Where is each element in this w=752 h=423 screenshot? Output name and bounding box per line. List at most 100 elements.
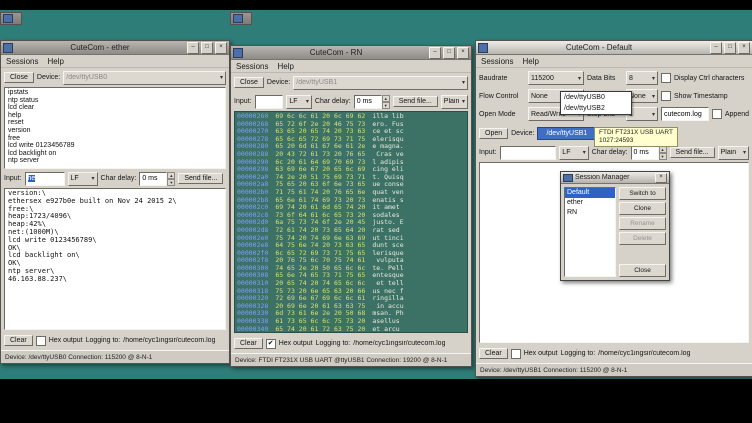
maximize-icon[interactable]: □ (443, 47, 455, 59)
spin-up-icon[interactable]: ▲ (382, 95, 390, 102)
history-line[interactable]: help (8, 112, 222, 120)
close-connection-button[interactable]: Close (4, 72, 34, 83)
send-file-button[interactable]: Send file... (393, 96, 438, 107)
clear-button[interactable]: Clear (234, 338, 263, 349)
output-line: lcd backlight on\ (8, 252, 222, 260)
minimize-icon[interactable]: – (187, 42, 199, 54)
clone-button[interactable]: Clone (619, 202, 666, 215)
history-line[interactable]: ipstats (8, 89, 222, 97)
close-connection-button[interactable]: Close (234, 77, 264, 88)
char-delay-stepper[interactable]: 0 ms ▲ ▼ (631, 146, 667, 160)
menu-help[interactable]: Help (522, 57, 538, 66)
history-line[interactable]: ntp server (8, 157, 222, 165)
device-tab-selected[interactable]: /dev/ttyUSB1 (537, 127, 596, 140)
device-option[interactable]: /dev/ttyUSB0 (561, 92, 631, 103)
history-line[interactable]: lcd write 0123456789 (8, 142, 222, 150)
tooltip-line-1: FTDI FT231X USB UART (599, 129, 673, 137)
char-delay-stepper[interactable]: 0 ms ▲ ▼ (354, 95, 390, 109)
maximize-icon[interactable]: □ (724, 42, 736, 54)
delete-button[interactable]: Delete (619, 232, 666, 245)
hex-output-checkbox[interactable] (36, 336, 46, 346)
data-bits-combobox[interactable]: 8 ▾ (626, 71, 658, 85)
command-history-list: ipstatsntp statuslcd clearhelpresetversi… (4, 87, 226, 169)
switch-to-button[interactable]: Switch to (619, 187, 666, 200)
close-dialog-button[interactable]: Close (619, 264, 666, 277)
history-line[interactable]: version (8, 127, 222, 135)
command-input[interactable] (500, 146, 557, 160)
show-timestamp-checkbox[interactable] (661, 91, 671, 101)
dialog-titlebar[interactable]: Session Manager × (561, 172, 669, 184)
command-input[interactable]: he (25, 172, 65, 186)
send-file-button[interactable]: Send file... (178, 173, 223, 184)
display-mode-combobox[interactable]: Plain ▾ (718, 146, 749, 160)
session-item[interactable]: Default (565, 188, 615, 198)
menu-sessions[interactable]: Sessions (6, 57, 38, 66)
clear-button[interactable]: Clear (4, 335, 33, 346)
titlebar[interactable]: CuteCom - RN – □ × (231, 46, 471, 60)
app-icon (3, 43, 13, 53)
input-row: Input: LF ▾ Char delay: 0 ms ▲ ▼ Send fi… (231, 92, 471, 111)
line-ending-combobox[interactable]: LF ▾ (559, 146, 588, 160)
device-combobox[interactable]: /dev/ttyUSB0 ▾ (63, 71, 226, 85)
menu-help[interactable]: Help (47, 57, 63, 66)
baudrate-label: Baudrate (479, 75, 525, 82)
session-item[interactable]: RN (565, 208, 615, 218)
char-delay-value: 0 ms (354, 95, 382, 109)
log-path[interactable]: /home/cyc1ingsir/cutecom.log (598, 350, 690, 357)
history-line[interactable]: ntp status (8, 97, 222, 105)
menu-sessions[interactable]: Sessions (481, 57, 513, 66)
char-delay-stepper[interactable]: 0 ms ▲ ▼ (139, 172, 175, 186)
spin-up-icon[interactable]: ▲ (167, 172, 175, 179)
connection-row: Close Device: /dev/ttyUSB0 ▾ (1, 68, 229, 87)
append-checkbox[interactable] (712, 109, 722, 119)
menu-help[interactable]: Help (277, 62, 293, 71)
hex-output-checkbox[interactable]: ✔ (266, 339, 276, 349)
session-item[interactable]: ether (565, 198, 615, 208)
history-line[interactable]: free (8, 135, 222, 143)
menu-sessions[interactable]: Sessions (236, 62, 268, 71)
titlebar[interactable]: CuteCom - Default – □ × (476, 41, 752, 55)
maximize-icon[interactable]: □ (201, 42, 213, 54)
rename-button[interactable]: Rename (619, 217, 666, 230)
display-ctrl-label: Display Ctrl characters (674, 75, 744, 82)
close-icon[interactable]: × (215, 42, 227, 54)
background-window-stub[interactable] (230, 12, 252, 25)
history-line[interactable]: reset (8, 119, 222, 127)
baudrate-combobox[interactable]: 115200 ▾ (528, 71, 584, 85)
settings-row-1: Baudrate 115200 ▾ Data Bits 8 ▾ Display … (476, 69, 752, 87)
background-window-stub[interactable] (0, 12, 22, 25)
menubar: Sessions Help (231, 60, 471, 73)
window-cutecom-ether: CuteCom - ether – □ × Sessions Help Clos… (0, 40, 230, 364)
char-delay-label: Char delay: (315, 98, 351, 105)
minimize-icon[interactable]: – (710, 42, 722, 54)
display-mode-combobox[interactable]: Plain ▾ (441, 95, 468, 109)
app-icon (233, 48, 243, 58)
history-line[interactable]: lcd clear (8, 104, 222, 112)
minimize-icon[interactable]: – (429, 47, 441, 59)
line-ending-combobox[interactable]: LF ▾ (68, 172, 98, 186)
spin-down-icon[interactable]: ▼ (659, 153, 667, 160)
log-path[interactable]: /home/cyc1ingsir/cutecom.log (353, 340, 445, 347)
send-file-button[interactable]: Send file... (670, 147, 715, 158)
session-manager-dialog: Session Manager × DefaultetherRN Switch … (560, 171, 670, 281)
device-combobox[interactable]: /dev/ttyUSB1 ▾ (293, 76, 468, 90)
titlebar[interactable]: CuteCom - ether – □ × (1, 41, 229, 55)
spin-down-icon[interactable]: ▼ (167, 179, 175, 186)
chevron-down-icon: ▾ (306, 98, 309, 105)
close-icon[interactable]: × (457, 47, 469, 59)
history-line[interactable]: lcd backlight on (8, 150, 222, 158)
log-file-field[interactable]: cutecom.log (661, 107, 709, 121)
close-icon[interactable]: × (738, 42, 750, 54)
hex-output-checkbox[interactable] (511, 349, 521, 359)
open-device-button[interactable]: Open (479, 128, 508, 139)
spin-down-icon[interactable]: ▼ (382, 102, 390, 109)
clear-button[interactable]: Clear (479, 348, 508, 359)
display-ctrl-checkbox[interactable] (661, 73, 671, 83)
app-icon (563, 174, 573, 182)
log-path[interactable]: /home/cyc1ingsir/cutecom.log (123, 337, 215, 344)
device-option[interactable]: /dev/ttyUSB2 (561, 103, 631, 114)
line-ending-combobox[interactable]: LF ▾ (286, 95, 312, 109)
chevron-down-icon: ▾ (462, 98, 465, 105)
command-input[interactable] (255, 95, 284, 109)
close-icon[interactable]: × (655, 173, 667, 183)
